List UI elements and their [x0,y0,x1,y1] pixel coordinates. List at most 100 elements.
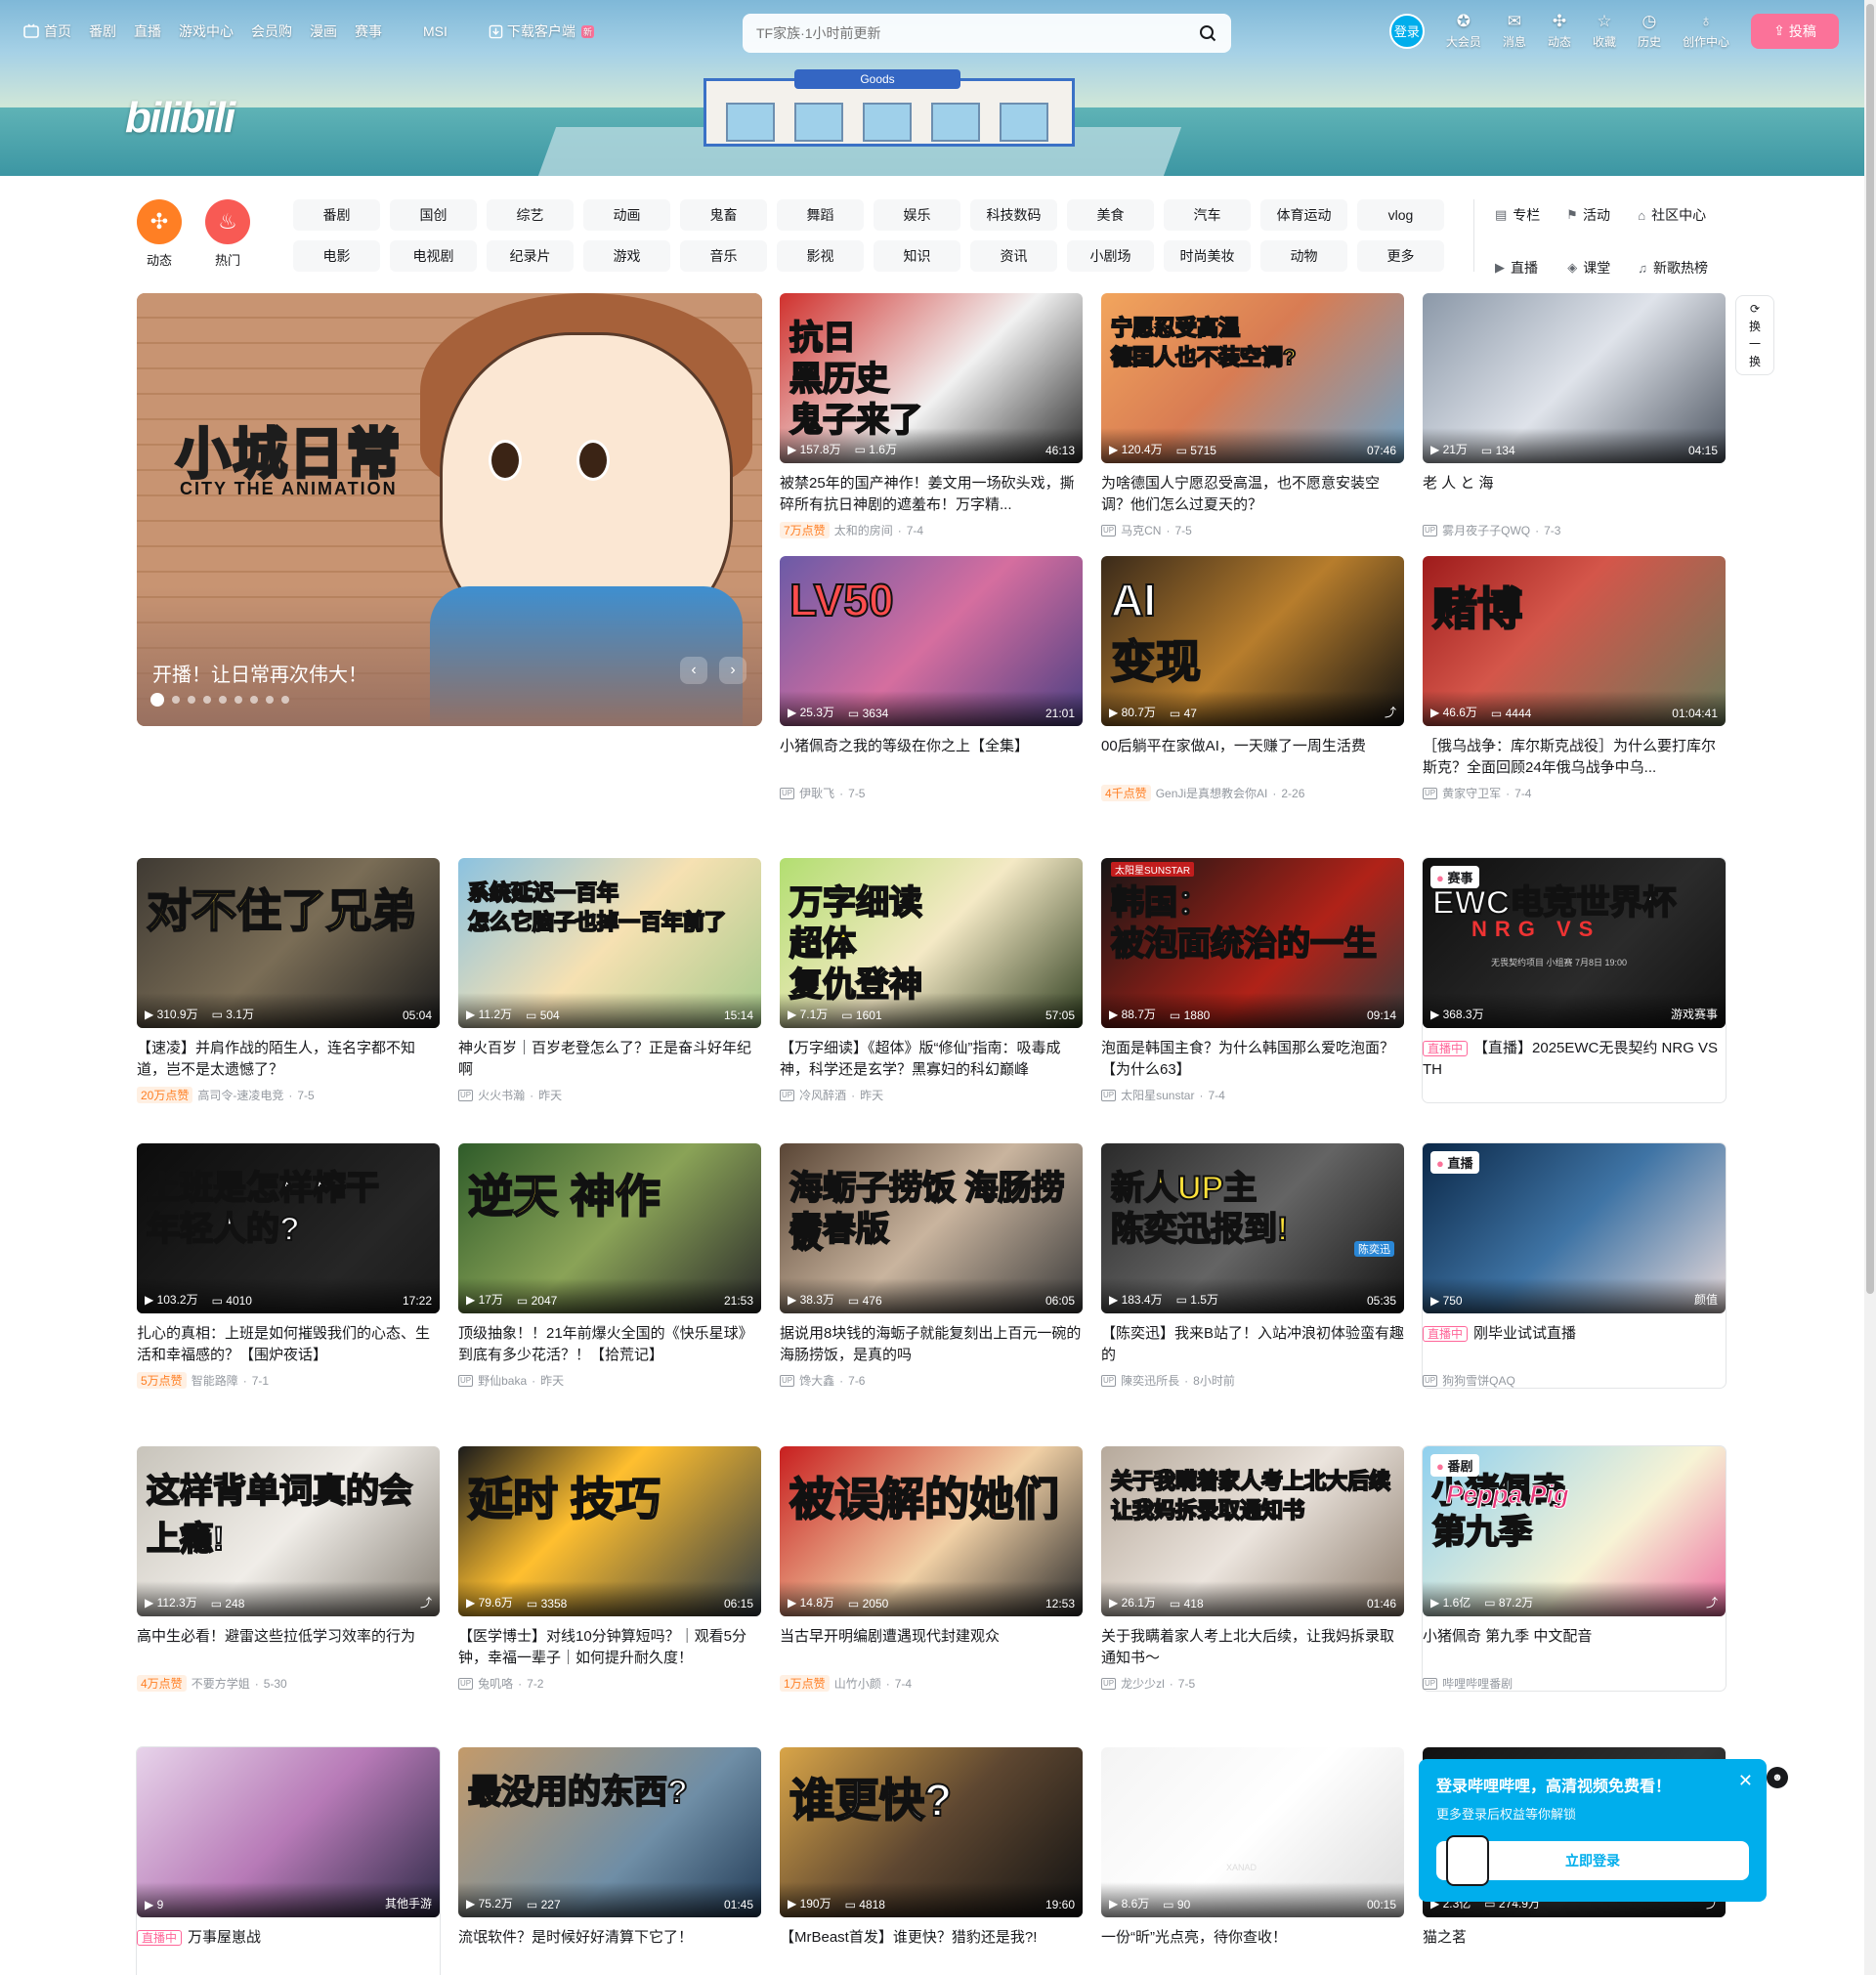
video-card[interactable]: 韩国： 被泡面统治的一生 太阳星SUNSTAR ▶ 88.7万 ▭ 1880 09:1… [1101,858,1404,1103]
search-bar[interactable] [743,14,1231,53]
author-name[interactable]: 龙少少zl [1121,1675,1165,1692]
nav-item-match[interactable]: 赛事 [355,21,382,41]
video-card[interactable]: 小猪佩奇 第九季 Peppa Pig ● 番剧 ▶ 1.6亿 ▭ 87.2万 ⤴ 小猪佩… [1423,1446,1726,1691]
video-title[interactable]: 高中生必看！避雷这些拉低学习效率的行为 [137,1626,440,1669]
side-link-community[interactable]: ⌂ 社区中心 [1638,199,1708,231]
video-card[interactable]: EWC电竞世界杯 NRG VS 无畏契约项目 小组赛 7月8日 19:00 ● 赛事 … [1423,858,1726,1102]
video-thumbnail[interactable]: AI 变现 ▶ 80.7万 ▭ 47 ⤴ [1101,556,1404,726]
video-card[interactable]: 赌博 ▶ 46.6万 ▭ 4444 01:04:41 ［俄乌战争：库尔斯克战役］为… [1423,556,1726,801]
video-thumbnail[interactable]: 这样背单词真的会上瘾! ▶ 112.3万 ▭ 248 ⤴ [137,1446,440,1616]
video-title[interactable]: 直播中 刚毕业试试直播 [1423,1323,1726,1366]
featured-carousel[interactable]: 小城日常 CITY THE ANIMATION 开播！让日常再次伟大！ ‹ › [137,293,762,726]
video-card[interactable]: LV50 ▶ 25.3万 ▭ 3634 21:01 小猪佩奇之我的等级在你之上【全… [780,556,1083,801]
video-thumbnail[interactable]: 万字细读 超体 复仇登神 ▶ 7.1万 ▭ 1601 57:05 [780,858,1083,1028]
video-card[interactable]: 逆天 神作 ▶ 17万 ▭ 2047 21:53 顶级抽象！！21年前爆火全国的《… [458,1143,761,1389]
channel-tag[interactable]: 科技数码 [970,199,1057,231]
video-card[interactable]: 海蛎子捞饭 海肠捞饭 青春版 ▶ 38.3万 ▭ 476 06:05 据说用8块钱的… [780,1143,1083,1389]
side-link-activity[interactable]: ⚑ 活动 [1567,199,1610,231]
nav-item-live[interactable]: 直播 [134,21,161,41]
video-thumbnail[interactable]: 谁更快? ▶ 190万 ▭ 4818 19:60 [780,1747,1083,1917]
video-card[interactable]: 这样背单词真的会上瘾! ▶ 112.3万 ▭ 248 ⤴ 高中生必看！避雷这些拉低… [137,1446,440,1692]
video-card[interactable]: 被误解的她们 ▶ 14.8万 ▭ 2050 12:53 当古早开明编剧遭遇现代封建… [780,1446,1083,1692]
channel-tag[interactable]: 资讯 [970,240,1057,272]
side-link-course[interactable]: ◈ 课堂 [1567,252,1610,283]
video-title[interactable]: 关于我瞒着家人考上北大后续，让我妈拆录取通知书～ [1101,1626,1404,1669]
nav-item-game[interactable]: 游戏中心 [179,21,234,41]
video-title[interactable]: 直播中 【直播】2025EWC无畏契约 NRG VS TH [1423,1038,1726,1081]
author-name[interactable]: 智能路障 [192,1372,238,1389]
author-name[interactable]: 高司令-速凌电竞 [197,1087,283,1103]
carousel-dot[interactable] [172,696,180,704]
side-link-column[interactable]: ▤ 专栏 [1495,199,1540,231]
video-card[interactable]: ▶ 9 其他手游 直播中 万事屋崽战 [137,1747,440,1975]
login-avatar-button[interactable]: 登录 [1388,13,1425,49]
video-title[interactable]: 猫之茗 [1423,1927,1726,1970]
video-title[interactable]: 顶级抽象！！21年前爆火全国的《快乐星球》到底有多少花活？！【拾荒记】 [458,1323,761,1366]
carousel-prev-button[interactable]: ‹ [680,657,707,684]
video-thumbnail[interactable]: 韩国： 被泡面统治的一生 太阳星SUNSTAR ▶ 88.7万 ▭ 1880 09:1… [1101,858,1404,1028]
video-card[interactable]: ▶ 21万 ▭ 134 04:15 老 人 と 海 UP 雾月夜子子QWQ · 7-3 [1423,293,1726,538]
video-thumbnail[interactable]: 新人UP主 陈奕迅报到! 陈奕迅 ▶ 183.4万 ▭ 1.5万 05:35 [1101,1143,1404,1313]
author-name[interactable]: 冷风醉酒 [799,1087,846,1103]
author-name[interactable]: GenJi是真想教会你AI [1156,785,1268,801]
search-input[interactable] [756,25,1198,41]
video-card[interactable]: 最没用的东西? ▶ 75.2万 ▭ 227 01:45 流氓软件？是时候好好清算下… [458,1747,761,1970]
channel-tag[interactable]: 音乐 [680,240,767,272]
video-thumbnail[interactable]: LV50 ▶ 25.3万 ▭ 3634 21:01 [780,556,1083,726]
nav-item-manga[interactable]: 漫画 [310,21,337,41]
video-card[interactable]: 宁愿忍受高温 德国人也不装空调? ▶ 120.4万 ▭ 5715 07:46 为啥德… [1101,293,1404,538]
video-card[interactable]: 新人UP主 陈奕迅报到! 陈奕迅 ▶ 183.4万 ▭ 1.5万 05:35 【陈奕迅… [1101,1143,1404,1389]
video-title[interactable]: 【速凌】并肩作战的陌生人，连名字都不知道，岂不是太遗憾了？ [137,1038,440,1081]
upload-button[interactable]: ⇪ 投稿 [1751,13,1839,49]
history-button[interactable]: ◷ 历史 [1638,12,1661,50]
scrollbar-thumb[interactable] [1866,4,1874,1294]
video-title[interactable]: 小猪佩奇 第九季 中文配音 [1423,1626,1726,1669]
video-card[interactable]: 万字细读 超体 复仇登神 ▶ 7.1万 ▭ 1601 57:05 【万字细读】《超体》… [780,858,1083,1103]
video-card[interactable]: 关于我瞒着家人考上北大后续 让我妈拆录取通知书 ▶ 26.1万 ▭ 418 01:4… [1101,1446,1404,1692]
nav-item-bangumi[interactable]: 番剧 [89,21,116,41]
carousel-dot[interactable] [250,696,258,704]
channel-tag[interactable]: 美食 [1067,199,1154,231]
refresh-button[interactable]: ⟳ 换 一 换 [1735,295,1774,375]
video-thumbnail[interactable]: 赌博 ▶ 46.6万 ▭ 4444 01:04:41 [1423,556,1726,726]
video-title[interactable]: 据说用8块钱的海蛎子就能复刻出上百元一碗的海肠捞饭，是真的吗 [780,1323,1083,1366]
channel-tag[interactable]: 鬼畜 [680,199,767,231]
video-card[interactable]: 谁更快? ▶ 190万 ▭ 4818 19:60 【MrBeast首发】谁更快？猎… [780,1747,1083,1970]
video-title[interactable]: 扎心的真相：上班是如何摧毁我们的心态、生活和幸福感的？【围炉夜话】 [137,1323,440,1366]
video-thumbnail[interactable]: 延时 技巧 ▶ 79.6万 ▭ 3358 06:15 [458,1446,761,1616]
video-thumbnail[interactable]: XANAD ▶ 8.6万 ▭ 90 00:15 [1101,1747,1404,1917]
nav-item-home[interactable]: 首页 [23,21,71,41]
video-thumbnail[interactable]: EWC电竞世界杯 NRG VS 无畏契约项目 小组赛 7月8日 19:00 ● 赛事 … [1423,858,1726,1028]
video-title[interactable]: 【MrBeast首发】谁更快？猎豹还是我?! [780,1927,1083,1970]
channel-tag[interactable]: 知识 [874,240,960,272]
favorites-button[interactable]: ☆ 收藏 [1593,12,1616,50]
channel-tag[interactable]: 体育运动 [1260,199,1347,231]
video-thumbnail[interactable]: ▶ 21万 ▭ 134 04:15 [1423,293,1726,463]
video-title[interactable]: 当古早开明编剧遭遇现代封建观众 [780,1626,1083,1669]
author-name[interactable]: 太阳星sunstar [1121,1087,1194,1103]
channel-tag[interactable]: 电影 [293,240,380,272]
video-thumbnail[interactable]: ▶ 9 其他手游 [137,1747,440,1917]
channel-tag[interactable]: 番剧 [293,199,380,231]
channel-tag[interactable]: 影视 [777,240,864,272]
channel-tag[interactable]: vlog [1357,199,1444,231]
video-card[interactable]: ● 直播 ▶ 750 颜值 直播中 刚毕业试试直播 UP 狗狗雪饼QAQ [1423,1143,1726,1388]
channel-hot[interactable]: ♨ 热门 [205,199,250,269]
video-title[interactable]: 神火百岁｜百岁老登怎么了？正是奋斗好年纪啊 [458,1038,761,1081]
side-link-live[interactable]: ▶ 直播 [1495,252,1540,283]
video-card[interactable]: 对不住了兄弟 ▶ 310.9万 ▭ 3.1万 05:04 【速凌】并肩作战的陌生人… [137,858,440,1103]
author-name[interactable]: 野仙baka [478,1372,527,1389]
creator-center-button[interactable]: ♁ 创作中心 [1683,12,1729,50]
video-title[interactable]: 小猪佩奇之我的等级在你之上【全集】 [780,736,1083,779]
vip-button[interactable]: ✪ 大会员 [1446,12,1481,50]
nav-item-msi[interactable]: MSI [423,23,448,39]
video-title[interactable]: 为啥德国人宁愿忍受高温，也不愿意安装空调？他们怎么过夏天的？ [1101,473,1404,516]
side-link-songs[interactable]: ♫ 新歌热榜 [1638,252,1708,283]
nav-item-mall[interactable]: 会员购 [251,21,292,41]
video-card[interactable]: XANAD ▶ 8.6万 ▭ 90 00:15 一份“昕”光点亮，待你查收！ [1101,1747,1404,1970]
channel-tag[interactable]: 综艺 [487,199,574,231]
channel-dynamic[interactable]: ✣ 动态 [137,199,182,269]
author-name[interactable]: 哔哩哔哩番剧 [1442,1675,1513,1692]
video-thumbnail[interactable]: 逆天 神作 ▶ 17万 ▭ 2047 21:53 [458,1143,761,1313]
author-name[interactable]: 雾月夜子子QWQ [1442,522,1530,538]
